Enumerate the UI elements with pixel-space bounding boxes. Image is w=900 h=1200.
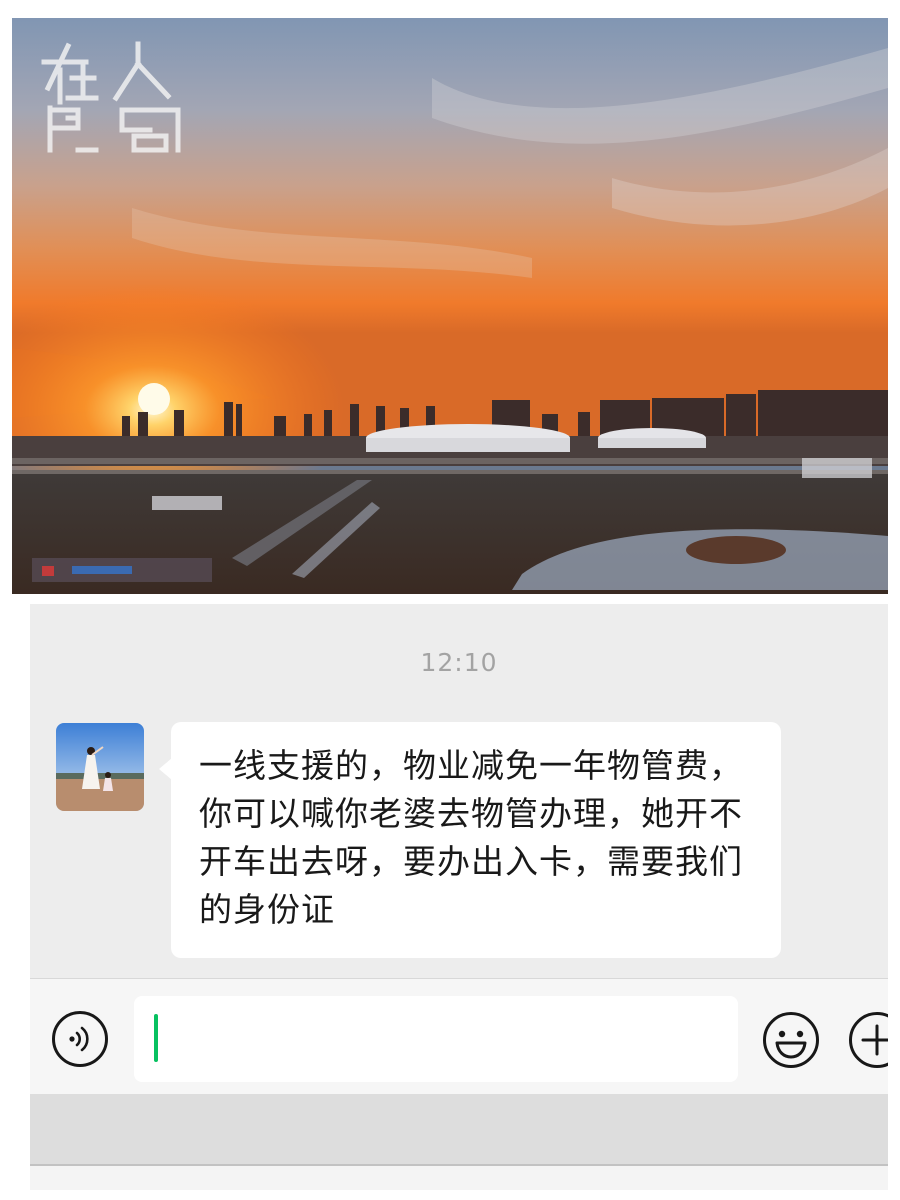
keyboard-area xyxy=(30,1094,888,1164)
contact-avatar[interactable] xyxy=(56,723,144,811)
avatar-photo-icon xyxy=(56,723,144,811)
emoji-button[interactable] xyxy=(762,1011,820,1069)
text-cursor xyxy=(154,1014,158,1062)
more-button[interactable] xyxy=(848,1011,888,1069)
message-input[interactable] xyxy=(134,996,738,1082)
chat-conversation: 12:10 一线支援的，物业减免一年物管费，你可以喊你老婆去物管办理，她开不开车… xyxy=(30,604,888,1190)
message-bubble[interactable]: 一线支援的，物业减免一年物管费，你可以喊你老婆去物管办理，她开不开车出去呀，要办… xyxy=(171,722,781,958)
bottom-strip xyxy=(30,1166,888,1190)
chat-input-bar xyxy=(30,978,888,1095)
watermark-logo xyxy=(38,38,188,156)
voice-button[interactable] xyxy=(52,1011,108,1067)
emoji-icon xyxy=(763,1012,819,1068)
message-timestamp: 12:10 xyxy=(420,648,498,677)
voice-icon xyxy=(69,1026,89,1052)
plus-icon xyxy=(849,1012,888,1068)
sunset-city-photo xyxy=(12,18,888,594)
